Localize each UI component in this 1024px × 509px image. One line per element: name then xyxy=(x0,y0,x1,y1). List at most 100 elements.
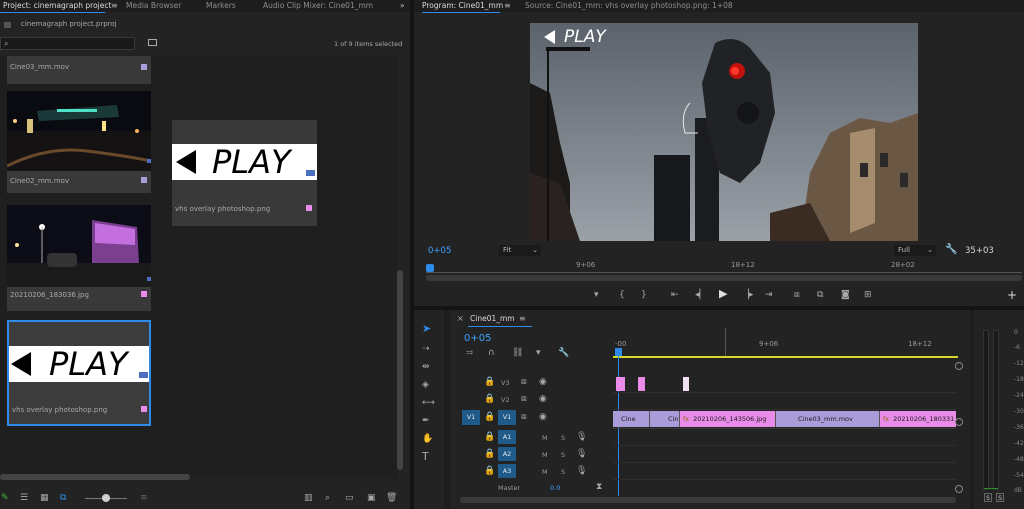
trash-icon[interactable]: 🗑 xyxy=(386,493,397,503)
program-time-ruler[interactable]: 9+06 18+12 28+02 xyxy=(426,259,1022,283)
comparison-view-icon[interactable]: ⊞ xyxy=(864,290,872,300)
freeform-view-icon[interactable]: ⧉ xyxy=(60,493,66,503)
find-icon[interactable]: ⌕ xyxy=(325,493,330,503)
sync-lock-icon[interactable]: ⧈ xyxy=(521,394,527,404)
clip-v1[interactable]: fx 20210206_180331 xyxy=(879,411,956,427)
media-item[interactable]: Cine02_mm.mov xyxy=(7,91,151,193)
track-target-a2[interactable]: A2 xyxy=(498,447,516,461)
work-area-bar[interactable] xyxy=(613,356,958,358)
tab-audio-clip-mixer[interactable]: Audio Clip Mixer: Cine01_mm xyxy=(263,0,373,12)
vertical-scroll-handle[interactable] xyxy=(955,418,963,426)
microphone-icon[interactable]: 🎙 xyxy=(576,449,587,459)
clip-v1[interactable]: Cine xyxy=(613,411,649,427)
timeline-ruler[interactable]: -00 9+06 18+12 xyxy=(613,328,958,360)
add-button-icon[interactable]: + xyxy=(1007,288,1017,302)
master-value[interactable]: 0.0 xyxy=(550,484,560,492)
quality-dropdown[interactable]: Full ⌄ xyxy=(894,245,936,256)
add-marker-icon[interactable]: ▾ xyxy=(594,290,599,300)
menu-icon[interactable]: ≡ xyxy=(504,1,511,10)
go-to-out-icon[interactable]: ⇥ xyxy=(765,290,773,300)
vertical-scroll-handle[interactable] xyxy=(955,362,963,370)
solo-right-button[interactable]: S xyxy=(996,493,1004,502)
pencil-icon[interactable]: ✎ xyxy=(1,493,9,503)
lock-icon[interactable]: 🔒 xyxy=(484,466,495,476)
lock-icon[interactable]: 🔒 xyxy=(484,394,495,404)
tab-sequence[interactable]: Cine01_mm xyxy=(470,313,515,325)
timeline-settings-icon[interactable]: 🔧 xyxy=(558,348,569,358)
clip-v3[interactable] xyxy=(616,377,625,391)
add-marker-icon[interactable]: ▾ xyxy=(536,348,541,358)
media-item[interactable]: Cine03_mm.mov xyxy=(7,56,151,84)
media-item[interactable]: PLAY vhs overlay photoshop.png xyxy=(172,120,317,226)
tab-source[interactable]: Source: Cine01_mm: vhs overlay photoshop… xyxy=(525,0,733,12)
microphone-icon[interactable]: 🎙 xyxy=(576,432,587,442)
step-forward-icon[interactable]: ▕▸ xyxy=(742,290,753,300)
lock-icon[interactable]: 🔒 xyxy=(484,377,495,387)
microphone-icon[interactable]: 🎙 xyxy=(576,466,587,476)
hand-tool-icon[interactable]: ✋ xyxy=(422,434,433,444)
track-target-a1[interactable]: A1 xyxy=(498,430,516,444)
mark-out-icon[interactable]: } xyxy=(641,290,647,300)
linked-selection-icon[interactable]: ⛓ xyxy=(512,348,523,358)
play-icon[interactable]: ▶ xyxy=(719,288,727,299)
tab-program[interactable]: Program: Cine01_mm xyxy=(422,0,503,12)
lock-icon[interactable]: 🔒 xyxy=(484,432,495,442)
horizontal-scrollbar[interactable] xyxy=(0,474,190,480)
new-item-icon[interactable]: ▣ xyxy=(367,493,376,503)
sync-lock-icon[interactable]: ⧈ xyxy=(521,377,527,387)
program-timecode[interactable]: 0+05 xyxy=(428,246,451,256)
zoom-scrollbar[interactable] xyxy=(426,275,1022,281)
clip-v3[interactable] xyxy=(638,377,645,391)
timeline-timecode[interactable]: 0+05 xyxy=(464,333,491,344)
lock-icon[interactable]: 🔒 xyxy=(484,412,495,422)
track-target-v1[interactable]: V1 xyxy=(498,410,516,425)
type-tool-icon[interactable]: T xyxy=(422,451,429,462)
menu-icon[interactable]: ≡ xyxy=(111,1,118,10)
solo-button[interactable]: S xyxy=(561,468,565,476)
clip-v1[interactable]: fx 20210206_143506.jpg xyxy=(679,411,775,427)
wrench-icon[interactable]: 🔧 xyxy=(945,244,957,255)
new-bin-icon[interactable]: ▭ xyxy=(345,493,354,503)
solo-button[interactable]: S xyxy=(561,434,565,442)
extract-icon[interactable]: ⧉ xyxy=(817,290,823,300)
pen-tool-icon[interactable]: ✒ xyxy=(422,416,430,426)
track-target-a3[interactable]: A3 xyxy=(498,464,516,478)
snap-icon[interactable]: ∩ xyxy=(488,348,495,358)
playhead-marker[interactable] xyxy=(426,264,434,272)
source-patch-v1[interactable]: V1 xyxy=(462,410,480,425)
vertical-scroll-handle[interactable] xyxy=(955,485,963,493)
playhead-marker[interactable] xyxy=(615,348,622,356)
zoom-slider-handle[interactable] xyxy=(102,494,110,502)
sync-lock-icon[interactable]: ⧈ xyxy=(521,412,527,422)
clip-v1[interactable]: Cin xyxy=(649,411,679,427)
list-view-icon[interactable]: ☰ xyxy=(20,493,28,503)
eye-icon[interactable]: ◉ xyxy=(539,412,547,422)
menu-icon[interactable]: ≡ xyxy=(519,314,526,323)
lock-icon[interactable]: 🔒 xyxy=(484,449,495,459)
ripple-edit-tool-icon[interactable]: ⇹ xyxy=(422,362,430,372)
razor-tool-icon[interactable]: ◈ xyxy=(422,380,429,390)
track-select-tool-icon[interactable]: ⇢ xyxy=(422,344,430,354)
mute-button[interactable]: M xyxy=(542,434,548,442)
tab-project[interactable]: Project: cinemagraph project xyxy=(3,0,111,12)
mute-button[interactable]: M xyxy=(542,451,548,459)
solo-left-button[interactable]: S xyxy=(984,493,992,502)
camera-icon[interactable]: ◙ xyxy=(841,290,850,300)
fit-dropdown[interactable]: Fit ⌄ xyxy=(499,245,541,256)
clip-v3[interactable] xyxy=(683,377,689,391)
automate-to-sequence-icon[interactable]: ▥ xyxy=(304,493,313,503)
clip-v1[interactable]: Cine03_mm.mov xyxy=(775,411,879,427)
master-pan-icon[interactable]: ⧗ xyxy=(596,482,602,492)
horizontal-scrollbar[interactable] xyxy=(460,497,956,503)
selection-tool-icon[interactable]: ➤ xyxy=(422,323,431,334)
lift-icon[interactable]: ⧈ xyxy=(794,290,800,300)
media-item[interactable]: 20210206_183036.jpg xyxy=(7,205,151,311)
mark-in-icon[interactable]: { xyxy=(619,290,625,300)
insert-nested-icon[interactable]: ⫤ xyxy=(466,348,473,358)
eye-icon[interactable]: ◉ xyxy=(539,377,547,387)
icon-view-icon[interactable]: ▦ xyxy=(40,493,49,503)
slip-tool-icon[interactable]: ⟷ xyxy=(422,398,435,408)
tab-media-browser[interactable]: Media Browser xyxy=(126,0,181,12)
sort-icon[interactable]: ≡ xyxy=(140,493,148,503)
tab-markers[interactable]: Markers xyxy=(206,0,236,12)
